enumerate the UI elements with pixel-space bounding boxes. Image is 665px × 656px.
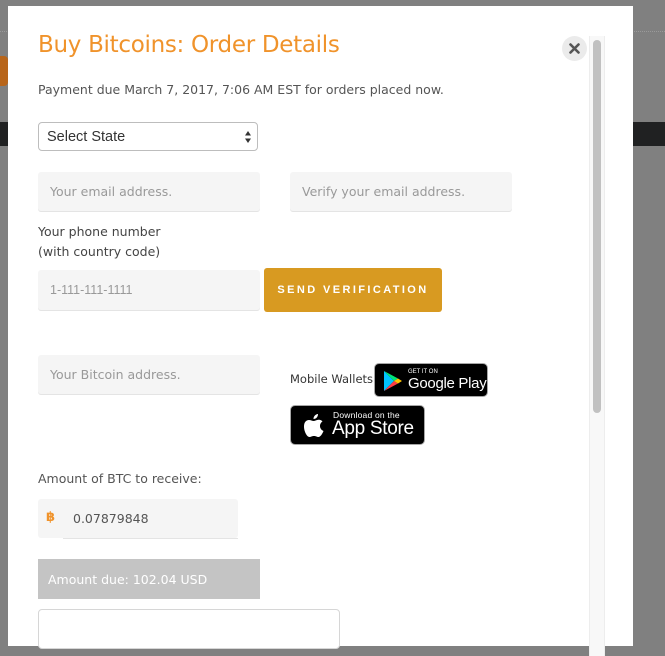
phone-placeholder: 1-111-111-1111 xyxy=(50,283,133,297)
email-placeholder: Your email address. xyxy=(50,184,173,199)
payment-due-text: Payment due March 7, 2017, 7:06 AM EST f… xyxy=(38,82,444,97)
app-store-badge[interactable]: Download on the App Store xyxy=(290,405,425,445)
google-play-icon xyxy=(384,371,402,391)
email-input[interactable]: Your email address. xyxy=(38,172,260,211)
amount-due-display: Amount due: 102.04 USD xyxy=(38,559,260,599)
state-select[interactable]: Select State xyxy=(38,122,258,151)
btc-amount-input[interactable]: 0.07879848 xyxy=(63,499,238,538)
verify-email-input[interactable]: Verify your email address. xyxy=(290,172,512,211)
apple-icon xyxy=(304,414,324,437)
bitcoin-address-input[interactable]: Your Bitcoin address. xyxy=(38,355,260,394)
google-play-badge[interactable]: GET IT ON Google Play xyxy=(374,363,488,397)
btc-amount-label: Amount of BTC to receive: xyxy=(38,471,202,486)
next-field-partial[interactable] xyxy=(38,609,340,649)
phone-label-line2: (with country code) xyxy=(38,244,161,259)
modal-scrollbar[interactable] xyxy=(589,36,605,656)
app-store-big-text: App Store xyxy=(332,418,414,439)
close-button[interactable] xyxy=(562,36,587,61)
send-verification-button[interactable]: SEND VERIFICATION xyxy=(264,268,442,312)
btc-amount-value: 0.07879848 xyxy=(73,511,149,526)
phone-label-line1: Your phone number xyxy=(38,224,161,239)
bitcoin-address-placeholder: Your Bitcoin address. xyxy=(50,367,181,382)
scrollbar-thumb[interactable] xyxy=(593,40,601,413)
mobile-wallets-label: Mobile Wallets: xyxy=(290,372,377,386)
modal-title: Buy Bitcoins: Order Details xyxy=(38,32,340,58)
background-logo xyxy=(0,56,8,86)
order-details-modal: Buy Bitcoins: Order Details Payment due … xyxy=(8,6,633,656)
state-select-value: Select State xyxy=(47,128,126,145)
google-play-big-text: Google Play xyxy=(408,375,487,392)
verify-email-placeholder: Verify your email address. xyxy=(302,184,466,199)
bitcoin-icon: ฿ xyxy=(46,510,56,525)
btc-amount-field: ฿ 0.07879848 xyxy=(38,499,238,538)
close-icon xyxy=(569,43,580,54)
phone-input[interactable]: 1-111-111-1111 xyxy=(38,270,260,310)
select-arrows-icon xyxy=(245,131,251,143)
